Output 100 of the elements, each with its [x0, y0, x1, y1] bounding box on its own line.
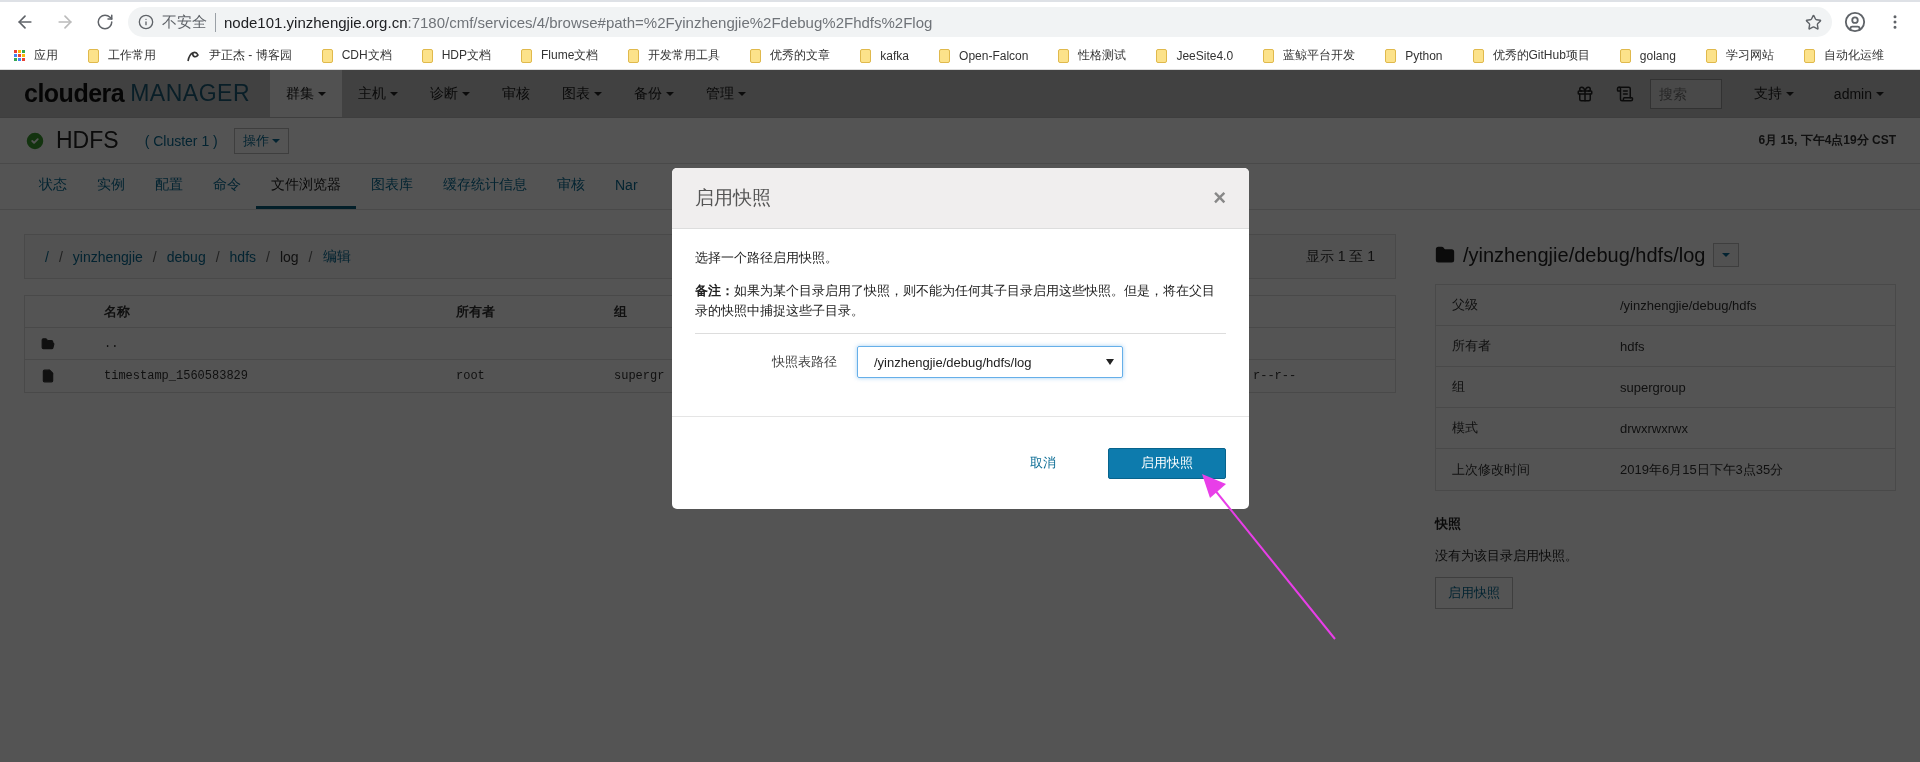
breadcrumb-link[interactable]: /: [45, 248, 49, 265]
dialog-intro: 选择一个路径启用快照。: [695, 249, 839, 267]
property-value: 2019年6月15日下午3点35分: [1620, 460, 1785, 479]
bookmark[interactable]: 自动化运维: [1803, 47, 1884, 64]
breadcrumb-link[interactable]: hdfs: [229, 248, 257, 265]
logo[interactable]: cloudera MANAGER: [24, 70, 250, 117]
section-title: 快照: [1435, 515, 1462, 533]
folder-icon: [939, 48, 951, 63]
tab[interactable]: 状态: [24, 164, 82, 209]
bookmark[interactable]: 尹正杰 - 博客园: [186, 47, 292, 64]
address-bar[interactable]: 不安全 node101.yinzhengjie.org.cn:7180/cmf/services/4/browse#path=%2Fyinzhengjie%2Fdebug%2Fhdfs%2Flog: [128, 7, 1832, 37]
scroll-icon[interactable]: [1615, 84, 1634, 103]
tab[interactable]: 图表库: [356, 164, 428, 209]
property-value: /yinzhengjie/debug/hdfs: [1620, 297, 1758, 313]
directory-path: /yinzhengjie/debug/hdfs/log: [1463, 243, 1706, 267]
bookmark[interactable]: CDH文档: [321, 47, 392, 64]
property-value: supergroup: [1620, 379, 1687, 395]
bookmark[interactable]: Flume文档: [521, 47, 599, 64]
property-label: 模式: [1452, 419, 1479, 437]
folder-icon: [1619, 48, 1631, 63]
bookmark[interactable]: 优秀的GitHub项目: [1472, 47, 1590, 64]
actions-button[interactable]: 操作: [233, 127, 289, 154]
folder-icon: [628, 48, 640, 63]
tab[interactable]: 配置: [140, 164, 198, 209]
breadcrumb-link[interactable]: debug: [166, 248, 206, 265]
service-name: HDFS: [56, 127, 119, 154]
permissions-cell-text: r--r--: [1252, 369, 1298, 383]
bookmark[interactable]: HDP文档: [421, 47, 491, 64]
bookmark[interactable]: Python: [1385, 48, 1443, 63]
folder-icon: [88, 48, 99, 63]
breadcrumb-separator: /: [58, 248, 63, 265]
column-header[interactable]: 名称: [104, 302, 456, 321]
close-button[interactable]: ×: [1213, 185, 1226, 211]
owner-cell-text: root: [456, 369, 486, 383]
folder-icon: [1156, 48, 1168, 63]
tab[interactable]: 实例: [82, 164, 140, 209]
folder-icon: [1803, 48, 1815, 63]
breadcrumb-separator: /: [215, 248, 220, 265]
cancel-button[interactable]: 取消: [1024, 453, 1062, 473]
folder-icon: [1472, 48, 1484, 63]
nav-menu[interactable]: 群集: [270, 70, 342, 117]
star-icon[interactable]: [1805, 13, 1822, 31]
folder-icon: [1385, 48, 1397, 63]
folder-icon: [1705, 48, 1717, 63]
bookmark[interactable]: kafka: [860, 48, 910, 63]
tab[interactable]: 审核: [542, 164, 600, 209]
tab[interactable]: 命令: [198, 164, 256, 209]
bookmark[interactable]: 学习网站: [1705, 47, 1774, 64]
apps-icon: [14, 50, 25, 61]
folder-icon: [41, 336, 55, 351]
property-label: 上次修改时间: [1452, 460, 1531, 479]
breadcrumb-link[interactable]: log: [279, 248, 299, 265]
property-label: 父级: [1452, 296, 1479, 314]
field-label: 快照表路径: [771, 353, 838, 371]
dialog-note: 备注：如果为某个目录启用了快照，则不能为任何其子目录启用这些快照。但是，将在父目录的快照中捕捉这些子目录。: [695, 282, 1216, 320]
folder-icon: [521, 48, 532, 63]
folder-icon: [1263, 48, 1275, 63]
tab[interactable]: 缓存统计信息: [428, 164, 542, 209]
bookmark[interactable]: JeeSite4.0: [1156, 48, 1234, 63]
breadcrumb-separator: /: [308, 248, 313, 265]
bookmark[interactable]: 开发常用工具: [628, 47, 721, 64]
info-icon: [138, 14, 154, 30]
property-value: drwxrwxrwx: [1620, 420, 1689, 436]
tab[interactable]: Nar: [600, 164, 653, 209]
bookmark[interactable]: 性格测试: [1058, 47, 1127, 64]
property-value: hdfs: [1620, 338, 1646, 354]
dropdown-button[interactable]: [1713, 243, 1740, 267]
bookmark[interactable]: Open-Falcon: [939, 48, 1029, 63]
breadcrumb-link[interactable]: yinzhengjie: [72, 248, 143, 265]
file-icon: [41, 369, 55, 383]
snapshot-note: 没有为该目录启用快照。: [1435, 547, 1579, 565]
current-time: 6月 15, 下午4点19分 CST: [1758, 132, 1896, 149]
cluster-link[interactable]: ( Cluster 1 ): [144, 132, 218, 149]
file-name[interactable]: ..: [104, 336, 456, 351]
breadcrumb-separator: /: [152, 248, 157, 265]
file-name[interactable]: timestamp_1560583829: [104, 369, 456, 383]
security-label: 不安全: [162, 12, 216, 32]
folder-icon: [1435, 245, 1455, 265]
bookmark[interactable]: 优秀的文章: [750, 47, 831, 64]
tab[interactable]: 文件浏览器: [256, 164, 356, 209]
column-header[interactable]: 所有者: [456, 302, 614, 321]
url-text: node101.yinzhengjie.org.cn:7180/cmf/services/4/browse#path=%2Fyinzhengjie%2Fdebug%2Fhdfs%2Flog: [224, 13, 933, 31]
bookmark[interactable]: 蓝鲸平台开发: [1263, 47, 1356, 64]
folder-icon: [421, 48, 433, 63]
result-count: 显示 1 至 1: [1305, 247, 1375, 266]
folder-icon: [321, 48, 333, 63]
bookmark[interactable]: golang: [1619, 48, 1676, 63]
enable-snapshot-button[interactable]: 启用快照: [1108, 447, 1226, 479]
breadcrumb-link[interactable]: 编辑: [322, 247, 351, 266]
gift-icon[interactable]: [1575, 84, 1594, 103]
enable-snapshot-button[interactable]: 启用快照: [1435, 577, 1513, 609]
folder-icon: [860, 48, 872, 63]
dialog-title: 启用快照: [695, 186, 771, 210]
path-select[interactable]: /yinzhengjie/debug/hdfs/log: [857, 346, 1123, 378]
group-cell-text: supergr: [614, 369, 666, 383]
property-label: 所有者: [1452, 337, 1492, 355]
folder-icon: [750, 48, 762, 63]
folder-icon: [1058, 48, 1070, 63]
bookmark[interactable]: 工作常用: [88, 47, 156, 64]
bookmark[interactable]: 应用: [14, 47, 58, 64]
